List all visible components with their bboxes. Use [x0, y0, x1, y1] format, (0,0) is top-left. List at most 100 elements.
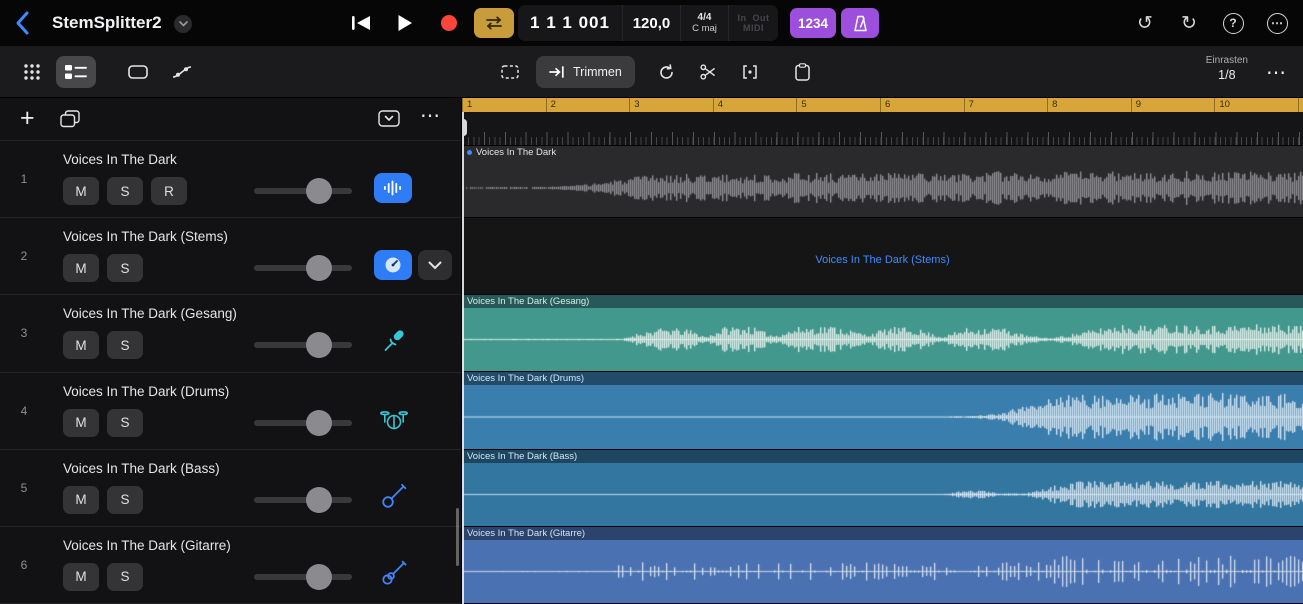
track-row-1[interactable]: 1 Voices In The Dark M S R	[0, 141, 461, 218]
mute-button[interactable]: M	[63, 177, 99, 205]
solo-button[interactable]: S	[107, 254, 143, 282]
major-ticks	[463, 132, 1303, 145]
metronome-icon	[853, 15, 868, 32]
volume-slider[interactable]	[254, 331, 352, 359]
rewind-button[interactable]	[342, 7, 380, 39]
track-header-more-button[interactable]: ⋯	[420, 103, 440, 128]
metronome-button[interactable]	[841, 8, 879, 38]
track-number: 6	[0, 527, 48, 603]
waveform	[462, 540, 1303, 603]
slider-knob[interactable]	[306, 255, 332, 281]
solo-button[interactable]: S	[107, 177, 143, 205]
back-chevron-icon	[14, 10, 30, 36]
toolbar-more-button[interactable]: ⋯	[1261, 58, 1291, 86]
marquee-tool-button[interactable]	[490, 56, 530, 88]
solo-button[interactable]: S	[107, 486, 143, 514]
redo-button[interactable]: ↻	[1177, 11, 1201, 35]
bar-number: 6	[880, 98, 964, 112]
loop-tool-button[interactable]	[646, 56, 686, 88]
mute-button[interactable]: M	[63, 486, 99, 514]
project-menu-button[interactable]	[174, 15, 192, 33]
stack-player-button[interactable]	[374, 250, 412, 280]
waveform	[462, 308, 1303, 371]
track-row-5[interactable]: 5 Voices In The Dark (Bass) M S	[0, 450, 461, 527]
undo-button[interactable]: ↺	[1133, 11, 1157, 35]
add-track-button[interactable]: +	[20, 104, 35, 133]
region-name: Voices In The Dark (Bass)	[467, 451, 577, 462]
timeline-ruler[interactable]: 1 2 3 4 5 6 7 8 9 10 11	[462, 98, 1303, 112]
volume-slider[interactable]	[254, 177, 352, 205]
volume-slider[interactable]	[254, 409, 352, 437]
lcd-display[interactable]: 1 1 1 001 120,0 4/4 C maj In Out MIDI	[518, 5, 778, 41]
track-row-3[interactable]: 3 Voices In The Dark (Gesang) M S	[0, 295, 461, 372]
automation-mode-button[interactable]	[162, 56, 202, 88]
beat-tick-strip[interactable]	[462, 112, 1303, 146]
volume-slider[interactable]	[254, 563, 352, 591]
region-voices-in-the-dark[interactable]: Voices In The Dark	[462, 146, 1303, 217]
slider-knob[interactable]	[306, 487, 332, 513]
mute-button[interactable]: M	[63, 409, 99, 437]
settings-button[interactable]: ⋯	[1265, 11, 1289, 35]
chevron-down-icon	[428, 261, 442, 270]
slider-groove	[254, 188, 352, 194]
join-tool-button[interactable]	[730, 56, 770, 88]
cycle-button[interactable]	[474, 8, 514, 38]
player-gauge-icon	[384, 256, 402, 274]
record-button[interactable]	[430, 7, 468, 39]
region-drums[interactable]: Voices In The Dark (Drums)	[462, 372, 1303, 449]
bar-number: 10	[1214, 98, 1298, 112]
duplicate-track-button[interactable]	[60, 110, 80, 131]
region-bass[interactable]: Voices In The Dark (Bass)	[462, 450, 1303, 526]
track-lane-3: Voices In The Dark (Gesang)	[462, 295, 1303, 372]
solo-button[interactable]: S	[107, 331, 143, 359]
topbar-right-icons: ↺ ↻ ? ⋯	[1133, 11, 1289, 35]
play-button[interactable]	[386, 7, 424, 39]
slider-knob[interactable]	[306, 564, 332, 590]
track-row-4[interactable]: 4 Voices In The Dark (Drums) M S	[0, 373, 461, 450]
snap-setting[interactable]: Einrasten 1/8	[1206, 55, 1248, 82]
paste-button[interactable]	[782, 56, 822, 88]
regions-mode-button[interactable]	[118, 56, 158, 88]
slider-groove	[254, 265, 352, 271]
play-icon	[397, 14, 413, 32]
browser-view-button[interactable]	[12, 56, 52, 88]
back-button[interactable]	[14, 10, 34, 36]
count-in-button[interactable]: 1234	[790, 8, 836, 38]
track-row-2[interactable]: 2 Voices In The Dark (Stems) M S	[0, 218, 461, 295]
playhead-handle[interactable]	[462, 119, 467, 136]
mute-button[interactable]: M	[63, 563, 99, 591]
mute-button[interactable]: M	[63, 254, 99, 282]
volume-slider[interactable]	[254, 486, 352, 514]
collapse-track-headers-button[interactable]	[378, 110, 400, 130]
region-gitarre[interactable]: Voices In The Dark (Gitarre)	[462, 527, 1303, 603]
solo-button[interactable]: S	[107, 563, 143, 591]
slider-knob[interactable]	[306, 332, 332, 358]
solo-button[interactable]: S	[107, 409, 143, 437]
playhead[interactable]	[462, 112, 464, 604]
help-icon: ?	[1223, 13, 1244, 34]
scrollbar[interactable]	[456, 508, 459, 566]
tracks-view-button[interactable]	[56, 56, 96, 88]
help-button[interactable]: ?	[1221, 11, 1245, 35]
track-number: 4	[0, 373, 48, 449]
trim-tool-button[interactable]: Trimmen	[536, 56, 635, 88]
split-tool-button[interactable]	[688, 56, 728, 88]
record-enable-button[interactable]: R	[151, 177, 187, 205]
region-gesang[interactable]: Voices In The Dark (Gesang)	[462, 295, 1303, 371]
stack-collapse-button[interactable]	[418, 250, 452, 280]
track-row-6[interactable]: 6 Voices In The Dark (Gitarre) M S	[0, 527, 461, 604]
mute-button[interactable]: M	[63, 331, 99, 359]
bar-number: 9	[1131, 98, 1215, 112]
slider-knob[interactable]	[306, 178, 332, 204]
audio-track-type-button[interactable]	[374, 173, 412, 203]
track-lane-2[interactable]: Voices In The Dark (Stems)	[462, 218, 1303, 295]
slider-knob[interactable]	[306, 410, 332, 436]
title-bar: StemSplitter2	[0, 0, 1303, 46]
volume-slider[interactable]	[254, 254, 352, 282]
box-chevron-down-icon	[378, 110, 400, 127]
track-name: Voices In The Dark (Gesang)	[63, 306, 237, 321]
timeline-area: 1 2 3 4 5 6 7 8 9 10 11 Voices In The Da…	[462, 98, 1303, 604]
midi-in-out-labels: In Out	[737, 13, 769, 23]
transport-controls	[342, 7, 514, 39]
track-name: Voices In The Dark (Gitarre)	[63, 538, 231, 553]
